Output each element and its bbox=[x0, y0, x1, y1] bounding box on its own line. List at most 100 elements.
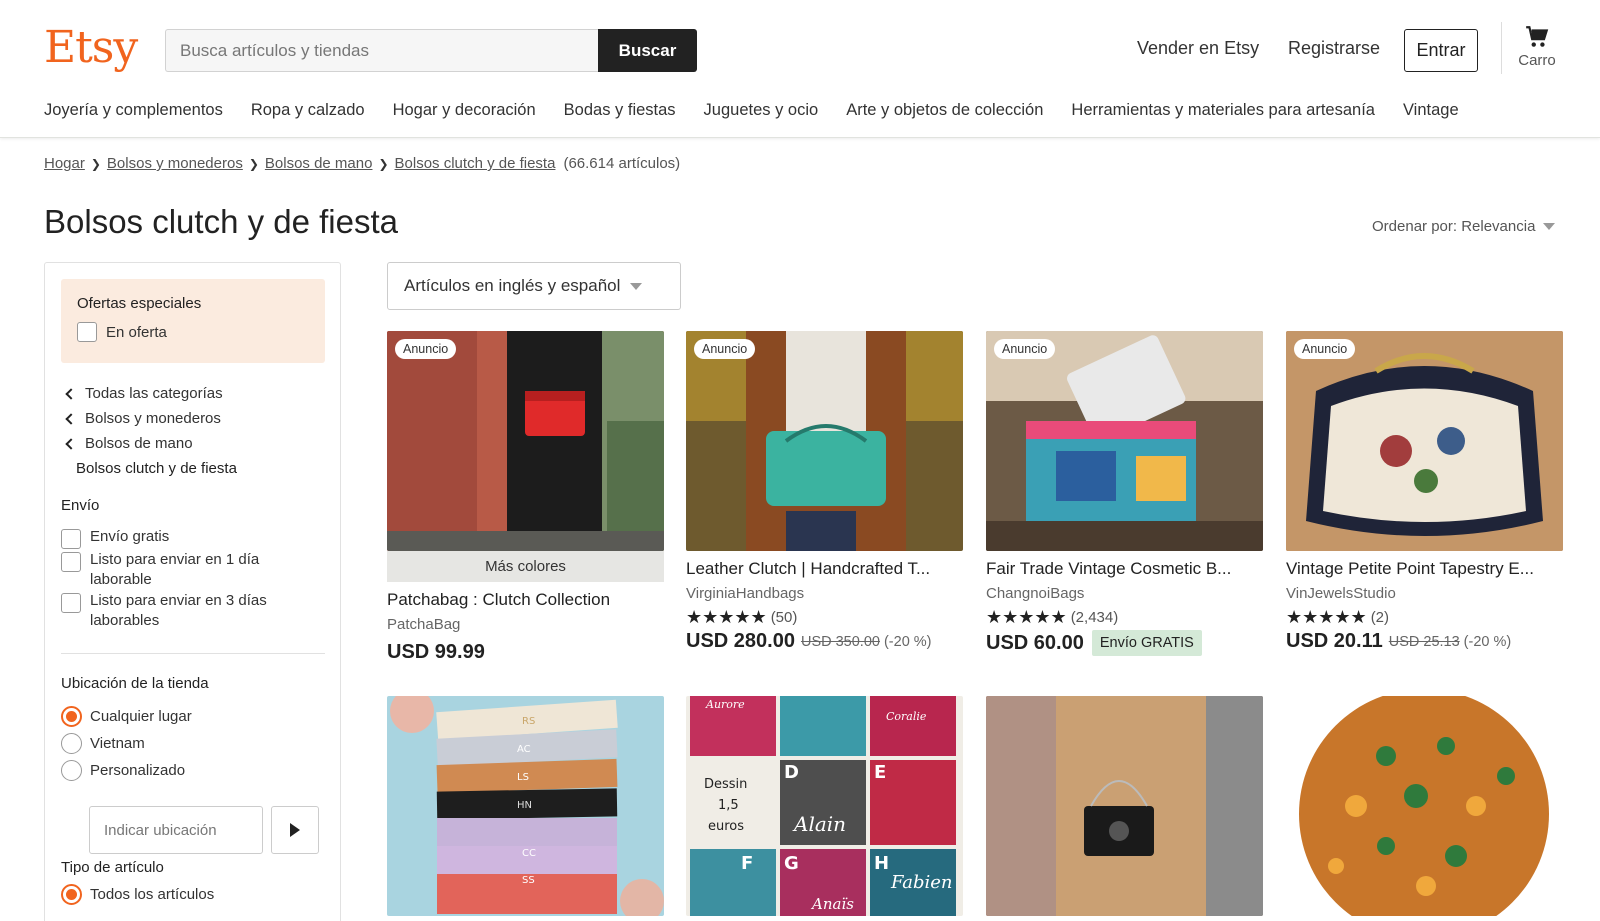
listing-image[interactable]: Anuncio bbox=[1286, 331, 1563, 551]
radio-label: Vietnam bbox=[90, 735, 145, 752]
category-nav: Joyería y complementos Ropa y calzado Ho… bbox=[44, 101, 1487, 120]
rating: ★★★★★ (50) bbox=[686, 607, 963, 628]
star-rating-icon: ★★★★★ bbox=[1286, 607, 1367, 627]
listing-card[interactable]: Aurore Coralie Dessin 1,5 euros D E Alai… bbox=[686, 696, 963, 916]
radio-label: Cualquier lugar bbox=[90, 708, 192, 725]
shipping-filter[interactable]: Envío gratis bbox=[61, 527, 301, 549]
listing-image[interactable] bbox=[1286, 696, 1563, 916]
category-link[interactable]: Herramientas y materiales para artesanía bbox=[1071, 101, 1375, 120]
checkbox[interactable] bbox=[61, 529, 81, 549]
ad-badge: Anuncio bbox=[395, 339, 457, 359]
search-input[interactable] bbox=[165, 29, 598, 72]
radio[interactable] bbox=[61, 760, 82, 781]
category-link[interactable]: Bodas y fiestas bbox=[564, 101, 676, 120]
register-link[interactable]: Registrarse bbox=[1288, 38, 1380, 59]
listing-card[interactable]: Anuncio Vintage Petite Point Tapestry E.… bbox=[1286, 331, 1563, 653]
sort-label: Ordenar por: Relevancia bbox=[1372, 218, 1536, 235]
shipping-filter[interactable]: Listo para enviar en 1 día laborable bbox=[61, 550, 301, 590]
collage-text: euros bbox=[708, 819, 744, 834]
category-tree-label: Bolsos y monederos bbox=[85, 410, 221, 427]
review-count: (50) bbox=[770, 609, 798, 626]
listing-image[interactable]: Aurore Coralie Dessin 1,5 euros D E Alai… bbox=[686, 696, 963, 916]
radio-selected[interactable] bbox=[61, 706, 82, 727]
checkbox-label: Envío gratis bbox=[90, 528, 170, 545]
listing-price: USD 280.00 bbox=[686, 630, 795, 652]
chevron-left-icon bbox=[65, 387, 77, 400]
play-icon bbox=[290, 823, 300, 837]
location-option[interactable]: Personalizado bbox=[61, 757, 192, 784]
listing-title[interactable]: Vintage Petite Point Tapestry E... bbox=[1286, 559, 1563, 579]
listing-card[interactable]: Anuncio Fair Trade Vintage Cosmetic B...… bbox=[986, 331, 1263, 656]
checkbox[interactable] bbox=[61, 552, 81, 572]
checkbox[interactable] bbox=[77, 322, 97, 342]
listing-title[interactable]: Fair Trade Vintage Cosmetic B... bbox=[986, 559, 1263, 579]
category-link[interactable]: Hogar y decoración bbox=[393, 101, 536, 120]
search-bar: Buscar bbox=[165, 29, 697, 72]
collage-name: Aurore bbox=[705, 698, 745, 711]
star-rating-icon: ★★★★★ bbox=[686, 607, 767, 627]
offers-title: Ofertas especiales bbox=[77, 295, 202, 312]
on-sale-filter[interactable]: En oferta bbox=[77, 322, 309, 342]
location-submit-button[interactable] bbox=[271, 806, 319, 854]
breadcrumb: Hogar ❯ Bolsos y monederos ❯ Bolsos de m… bbox=[44, 155, 680, 172]
category-tree-item[interactable]: Bolsos y monederos bbox=[64, 406, 237, 431]
radio[interactable] bbox=[61, 733, 82, 754]
listing-image[interactable] bbox=[986, 696, 1263, 916]
item-type-option[interactable]: Todos los artículos bbox=[61, 881, 214, 908]
category-link[interactable]: Juguetes y ocio bbox=[704, 101, 819, 120]
review-count: (2,434) bbox=[1070, 609, 1119, 626]
category-tree-label: Bolsos de mano bbox=[85, 435, 193, 452]
initials-text: SS bbox=[522, 875, 535, 886]
collage-letter: G bbox=[784, 853, 799, 874]
listing-image[interactable]: Anuncio bbox=[986, 331, 1263, 551]
category-tree-item[interactable]: Bolsos de mano bbox=[64, 431, 237, 456]
location-input[interactable] bbox=[89, 806, 263, 854]
sort-dropdown[interactable]: Ordenar por: Relevancia bbox=[1372, 218, 1556, 235]
collage-name: Alain bbox=[792, 812, 846, 836]
filter-sidebar: Ofertas especiales En oferta Todas las c… bbox=[44, 262, 341, 921]
shop-name: VirginiaHandbags bbox=[686, 585, 805, 602]
signin-button[interactable]: Entrar bbox=[1404, 29, 1478, 72]
location-option[interactable]: Cualquier lugar bbox=[61, 703, 192, 730]
listing-image[interactable]: Anuncio bbox=[387, 331, 664, 551]
category-link[interactable]: Vintage bbox=[1403, 101, 1459, 120]
category-tree: Todas las categorías Bolsos y monederos … bbox=[64, 381, 237, 481]
ad-badge: Anuncio bbox=[994, 339, 1056, 359]
etsy-logo[interactable]: Etsy bbox=[44, 22, 138, 73]
shipping-filter[interactable]: Listo para enviar en 3 días laborables bbox=[61, 591, 301, 631]
category-link[interactable]: Ropa y calzado bbox=[251, 101, 365, 120]
category-link[interactable]: Arte y objetos de colección bbox=[846, 101, 1043, 120]
radio-selected[interactable] bbox=[61, 884, 82, 905]
collage-text: 1,5 bbox=[718, 798, 739, 813]
collage-name: Coralie bbox=[886, 710, 927, 723]
listing-image[interactable]: Anuncio bbox=[686, 331, 963, 551]
listing-card[interactable]: RS AC LS HN CC SS bbox=[387, 696, 664, 916]
listing-price: USD 99.99 bbox=[387, 641, 485, 663]
listing-photo: Aurore Coralie Dessin 1,5 euros D E Alai… bbox=[686, 696, 963, 916]
location-option[interactable]: Vietnam bbox=[61, 730, 192, 757]
category-link[interactable]: Joyería y complementos bbox=[44, 101, 223, 120]
breadcrumb-link[interactable]: Bolsos clutch y de fiesta bbox=[395, 155, 556, 172]
breadcrumb-link[interactable]: Bolsos de mano bbox=[265, 155, 373, 172]
listing-title[interactable]: Leather Clutch | Handcrafted T... bbox=[686, 559, 963, 579]
collage-name: Anaïs bbox=[810, 895, 854, 913]
search-button[interactable]: Buscar bbox=[598, 29, 697, 72]
language-filter-select[interactable]: Artículos en inglés y español bbox=[387, 262, 681, 310]
listing-card[interactable] bbox=[986, 696, 1263, 916]
listing-card[interactable]: Anuncio Leather Clutch | Handcrafted T..… bbox=[686, 331, 963, 653]
listing-image[interactable]: RS AC LS HN CC SS bbox=[387, 696, 664, 916]
breadcrumb-link[interactable]: Bolsos y monederos bbox=[107, 155, 243, 172]
listing-title[interactable]: Patchabag : Clutch Collection bbox=[387, 590, 664, 610]
cart-button[interactable]: Carro bbox=[1511, 24, 1563, 69]
category-tree-item[interactable]: Todas las categorías bbox=[64, 381, 237, 406]
listing-photo bbox=[1286, 331, 1563, 551]
original-price: USD 350.00 bbox=[800, 633, 880, 650]
breadcrumb-link[interactable]: Hogar bbox=[44, 155, 85, 172]
result-count: (66.614 artículos) bbox=[563, 155, 681, 172]
checkbox[interactable] bbox=[61, 593, 81, 613]
sell-on-etsy-link[interactable]: Vender en Etsy bbox=[1137, 38, 1259, 59]
listing-card[interactable] bbox=[1286, 696, 1563, 916]
initials-text: LS bbox=[517, 772, 529, 783]
checkbox-label: Listo para enviar en 3 días laborables bbox=[90, 592, 267, 629]
listing-card[interactable]: Anuncio Más colores Patchabag : Clutch C… bbox=[387, 331, 664, 664]
